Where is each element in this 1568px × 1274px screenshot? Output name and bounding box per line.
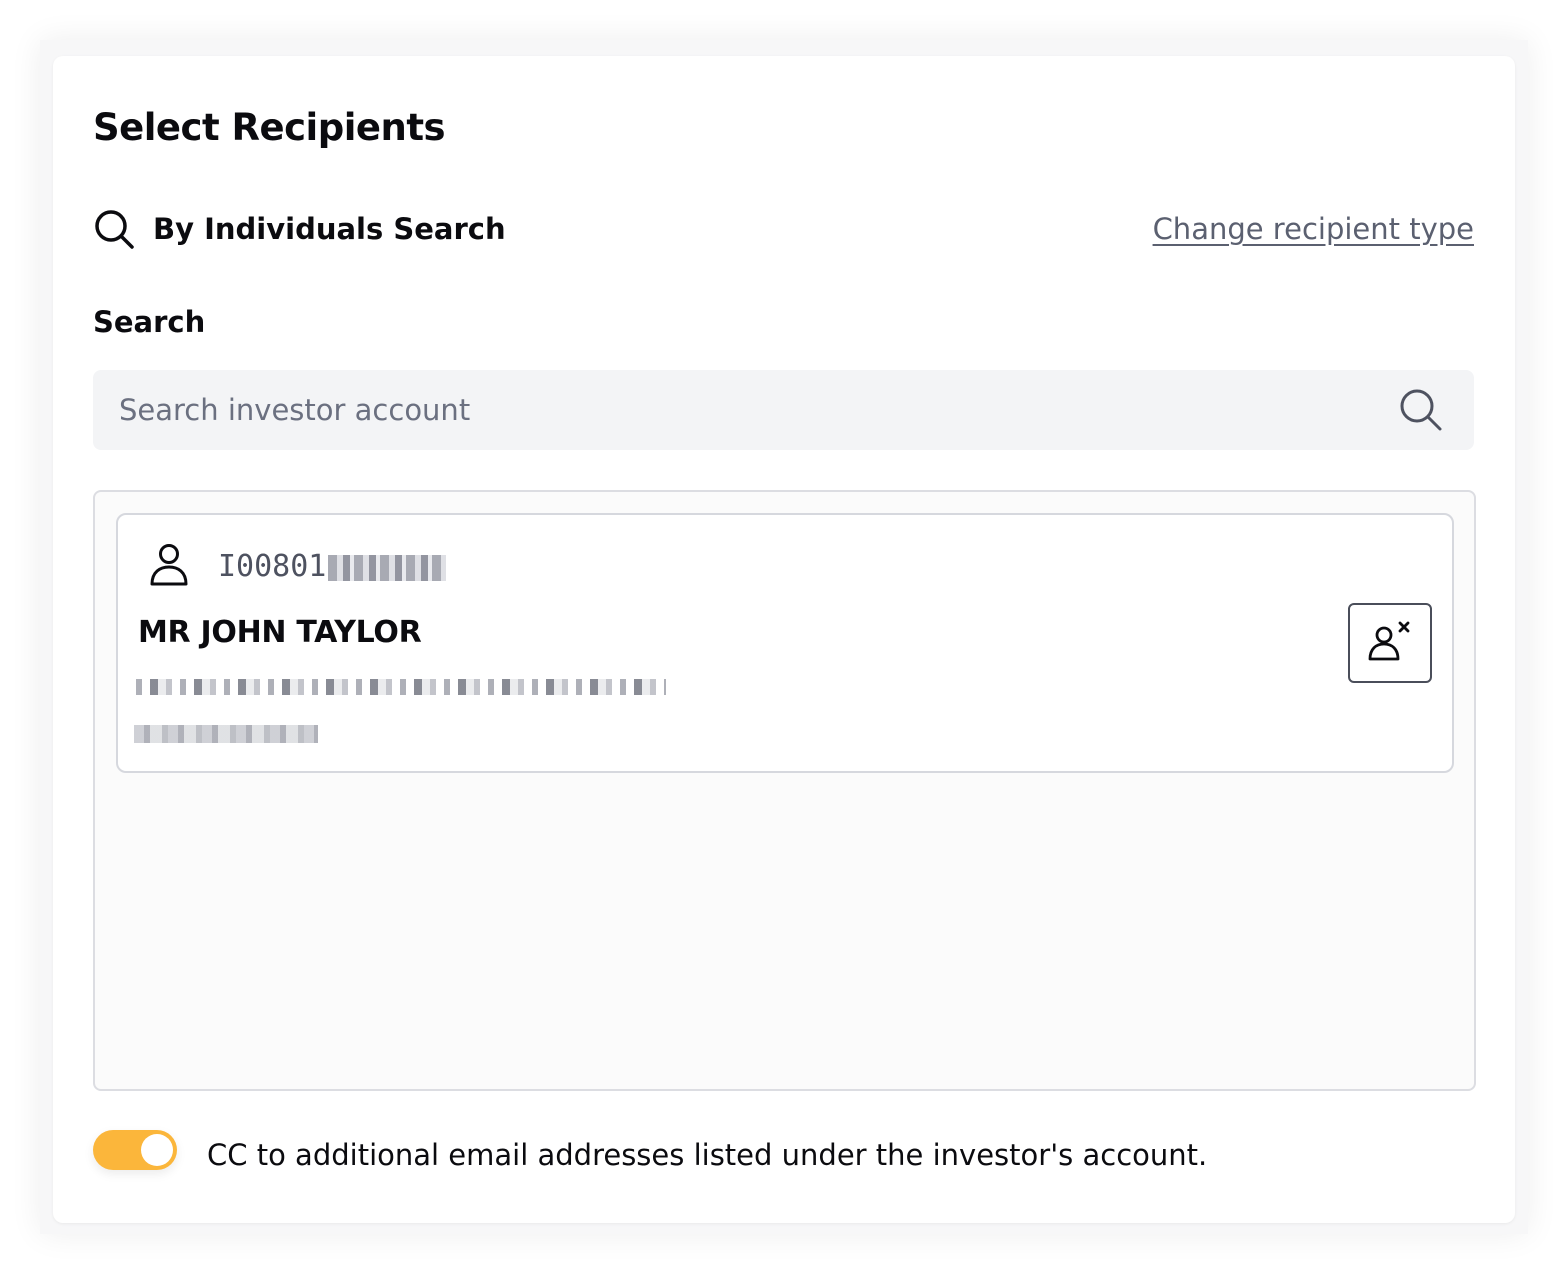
search-input[interactable]: [119, 370, 1379, 450]
search-icon[interactable]: [1398, 387, 1444, 433]
recipient-name: MR JOHN TAYLOR: [138, 615, 422, 650]
recipient-address-redacted: [136, 679, 666, 695]
remove-user-icon: [1368, 621, 1410, 661]
search-icon: [95, 210, 134, 249]
change-recipient-type-link[interactable]: Change recipient type: [1153, 212, 1474, 246]
search-box: [93, 370, 1474, 450]
page-title: Select Recipients: [93, 106, 446, 149]
account-id-redacted: [328, 554, 447, 581]
cc-option-row: CC to additional email addresses listed …: [93, 1128, 1474, 1178]
search-label: Search: [93, 305, 206, 339]
selected-recipients-panel: I00801 MR JOHN TAYLOR: [93, 490, 1476, 1091]
account-id-text: I00801: [218, 549, 327, 584]
recipient-mode-label: By Individuals Search: [153, 212, 506, 246]
cc-label: CC to additional email addresses listed …: [207, 1138, 1208, 1172]
remove-recipient-button[interactable]: [1348, 603, 1432, 683]
recipient-email-redacted: [134, 725, 318, 743]
recipient-mode-row: By Individuals Search Change recipient t…: [93, 206, 1474, 256]
recipient-card: I00801 MR JOHN TAYLOR: [116, 513, 1454, 773]
account-id: I00801: [218, 549, 447, 584]
person-icon: [150, 544, 188, 586]
toggle-knob: [141, 1134, 173, 1166]
cc-toggle[interactable]: [93, 1130, 177, 1170]
